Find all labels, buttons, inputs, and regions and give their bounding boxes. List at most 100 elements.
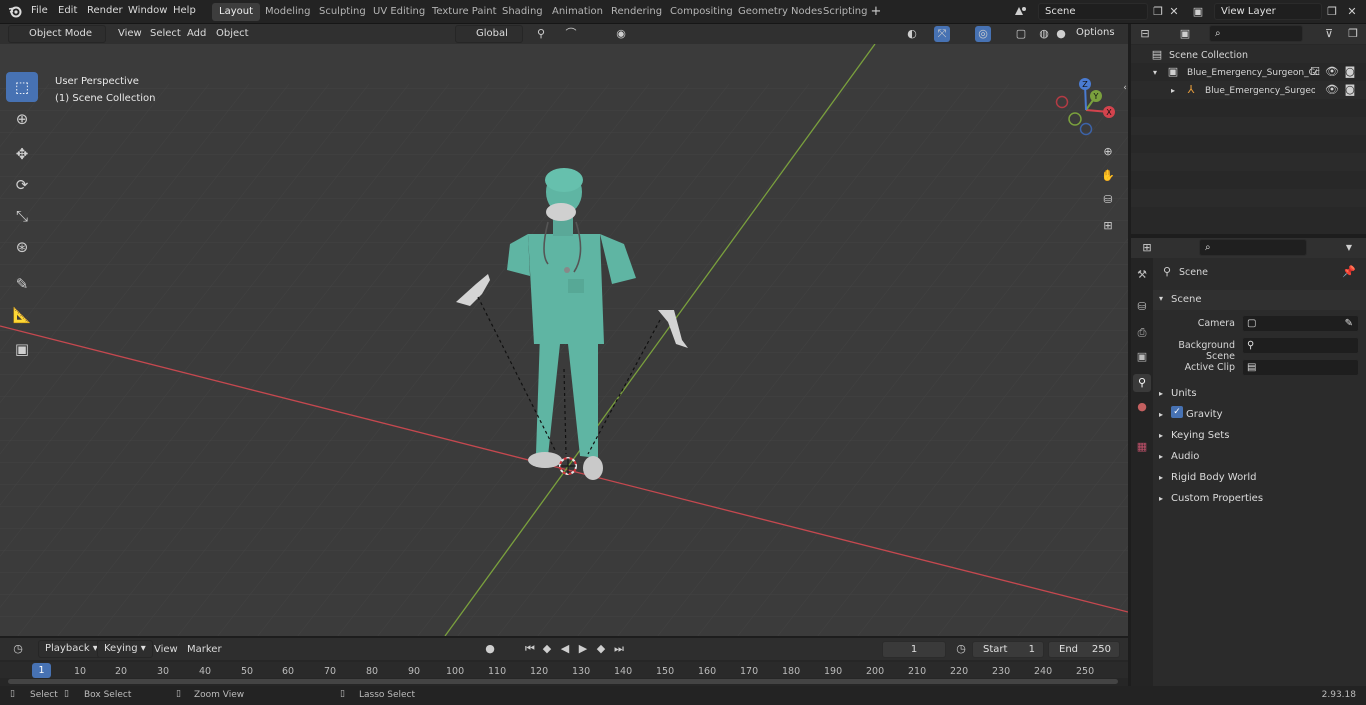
jump-start-icon[interactable]: ⏮ bbox=[522, 641, 538, 657]
scene-tab-icon[interactable]: ⚲ bbox=[1133, 374, 1151, 392]
outliner-editor-icon[interactable]: ⊟ bbox=[1137, 26, 1153, 42]
outliner-item-object[interactable]: Blue_Emergency_Surgeo bbox=[1205, 86, 1315, 96]
tab-modeling[interactable]: Modeling bbox=[258, 3, 318, 21]
tab-geometry-nodes[interactable]: Geometry Nodes bbox=[731, 3, 829, 21]
blender-logo-icon[interactable] bbox=[7, 4, 23, 20]
expand-arrow-icon[interactable]: ▾ bbox=[1159, 294, 1163, 303]
solid-shading-icon[interactable]: ● bbox=[1053, 26, 1069, 42]
tab-scripting[interactable]: Scripting bbox=[816, 3, 874, 21]
measure-tool-icon[interactable]: 📐 bbox=[6, 300, 38, 330]
tab-shading[interactable]: Shading bbox=[495, 3, 550, 21]
annotate-tool-icon[interactable]: ✎ bbox=[6, 269, 38, 299]
add-cube-tool-icon[interactable]: ▣ bbox=[6, 334, 38, 364]
tab-rendering[interactable]: Rendering bbox=[604, 3, 669, 21]
menu-render[interactable]: Render bbox=[87, 5, 123, 16]
pivot-icon[interactable]: ⚲ bbox=[533, 26, 549, 42]
section-gravity[interactable]: Gravity bbox=[1186, 409, 1223, 420]
tab-sculpting[interactable]: Sculpting bbox=[312, 3, 373, 21]
mode-selector[interactable]: Object Mode bbox=[8, 25, 106, 43]
play-icon[interactable]: ▶ bbox=[575, 641, 591, 657]
expand-arrow-icon[interactable]: ▸ bbox=[1171, 86, 1175, 95]
tab-texture-paint[interactable]: Texture Paint bbox=[425, 3, 504, 21]
jump-end-icon[interactable]: ⏭ bbox=[611, 641, 627, 657]
timeline-scrollbar[interactable] bbox=[8, 679, 1118, 684]
tab-layout[interactable]: Layout bbox=[212, 3, 260, 21]
properties-editor-icon[interactable]: ⊞ bbox=[1139, 240, 1155, 256]
start-frame-field[interactable]: Start 1 bbox=[972, 641, 1044, 658]
gizmo-toggle-icon[interactable]: ⤧ bbox=[934, 26, 950, 42]
scene-selector-icon[interactable] bbox=[1013, 4, 1029, 20]
preview-range-icon[interactable]: ◷ bbox=[953, 641, 969, 657]
active-clip-field[interactable]: ▤ bbox=[1242, 359, 1359, 376]
section-audio[interactable]: Audio bbox=[1171, 451, 1199, 462]
play-reverse-icon[interactable]: ◀ bbox=[557, 641, 573, 657]
add-workspace-icon[interactable]: + bbox=[868, 4, 884, 20]
scene-panel-title[interactable]: Scene bbox=[1171, 294, 1202, 305]
scale-tool-icon[interactable]: ⤡ bbox=[6, 201, 38, 231]
expand-arrow-icon[interactable]: ▾ bbox=[1153, 68, 1157, 77]
world-tab-icon[interactable]: ● bbox=[1133, 398, 1151, 416]
new-collection-icon[interactable]: ❐ bbox=[1345, 26, 1361, 42]
section-keying-sets[interactable]: Keying Sets bbox=[1171, 430, 1229, 441]
texture-tab-icon[interactable]: ▦ bbox=[1133, 438, 1151, 456]
scene-name-field[interactable]: Scene bbox=[1038, 3, 1148, 20]
current-frame-marker[interactable]: 1 bbox=[32, 663, 51, 678]
menu-file[interactable]: File bbox=[31, 5, 48, 16]
vp-menu-select[interactable]: Select bbox=[150, 28, 181, 39]
transform-tool-icon[interactable]: ⊛ bbox=[6, 232, 38, 262]
background-scene-field[interactable]: ⚲ bbox=[1242, 337, 1359, 354]
orientation-selector[interactable]: Global bbox=[455, 25, 523, 43]
next-keyframe-icon[interactable]: ◆ bbox=[593, 641, 609, 657]
expand-arrow-icon[interactable]: ▸ bbox=[1159, 410, 1163, 419]
pin-icon[interactable]: 📌 bbox=[1341, 264, 1357, 280]
zoom-view-icon[interactable]: ⊕ bbox=[1100, 144, 1116, 160]
timeline-menu-view[interactable]: View bbox=[154, 644, 178, 655]
record-icon[interactable]: ● bbox=[482, 641, 498, 657]
collection-checkbox-icon[interactable]: ☑ bbox=[1307, 64, 1323, 80]
outliner-filter-icon[interactable]: ⊽ bbox=[1321, 26, 1337, 42]
collection-camera-icon[interactable]: ◙ bbox=[1342, 64, 1358, 80]
expand-arrow-icon[interactable]: ▸ bbox=[1159, 431, 1163, 440]
end-frame-field[interactable]: End 250 bbox=[1048, 641, 1120, 658]
xray-icon[interactable]: ▢ bbox=[1013, 26, 1029, 42]
3d-viewport[interactable]: User Perspective (1) Scene Collection X … bbox=[0, 44, 1128, 636]
menu-window[interactable]: Window bbox=[128, 5, 167, 16]
ortho-toggle-icon[interactable]: ⊞ bbox=[1100, 218, 1116, 234]
camera-field[interactable]: ▢ ✎ bbox=[1242, 315, 1359, 332]
object-camera-icon[interactable]: ◙ bbox=[1342, 82, 1358, 98]
keying-menu[interactable]: Keying ▾ bbox=[97, 640, 153, 658]
tab-animation[interactable]: Animation bbox=[545, 3, 610, 21]
rotate-tool-icon[interactable]: ⟳ bbox=[6, 170, 38, 200]
gravity-checkbox[interactable]: ✓ bbox=[1171, 406, 1183, 418]
object-eye-icon[interactable]: 👁 bbox=[1324, 82, 1340, 98]
expand-arrow-icon[interactable]: ▸ bbox=[1159, 473, 1163, 482]
delete-scene-icon[interactable]: ✕ bbox=[1166, 4, 1182, 20]
properties-search[interactable]: ⌕ bbox=[1199, 239, 1307, 256]
view-layer-tab-icon[interactable]: ▣ bbox=[1133, 348, 1151, 366]
delete-view-layer-icon[interactable]: ✕ bbox=[1344, 4, 1360, 20]
select-box-tool-icon[interactable]: ⬚ bbox=[6, 72, 38, 102]
menu-help[interactable]: Help bbox=[173, 5, 196, 16]
collection-eye-icon[interactable]: 👁 bbox=[1324, 64, 1340, 80]
current-frame-field[interactable]: 1 bbox=[882, 641, 946, 658]
wireframe-shading-icon[interactable]: ◍ bbox=[1036, 26, 1052, 42]
navigation-gizmo[interactable]: X Y Z bbox=[1050, 74, 1120, 144]
section-custom-properties[interactable]: Custom Properties bbox=[1171, 493, 1263, 504]
move-tool-icon[interactable]: ✥ bbox=[6, 139, 38, 169]
tool-tab-icon[interactable]: ⚒ bbox=[1133, 266, 1151, 284]
outliner-root-label[interactable]: Scene Collection bbox=[1169, 50, 1248, 61]
section-rigid-body-world[interactable]: Rigid Body World bbox=[1171, 472, 1256, 483]
view-layer-icon[interactable]: ▣ bbox=[1190, 4, 1206, 20]
timeline-editor-icon[interactable]: ◷ bbox=[10, 641, 26, 657]
prev-keyframe-icon[interactable]: ◆ bbox=[539, 641, 555, 657]
menu-edit[interactable]: Edit bbox=[58, 5, 77, 16]
new-view-layer-icon[interactable]: ❐ bbox=[1324, 4, 1340, 20]
proportional-edit-icon[interactable]: ◉ bbox=[613, 26, 629, 42]
cursor-tool-icon[interactable]: ⊕ bbox=[6, 104, 38, 134]
tab-uv-editing[interactable]: UV Editing bbox=[366, 3, 432, 21]
outliner-display-icon[interactable]: ▣ bbox=[1177, 26, 1193, 42]
expand-arrow-icon[interactable]: ▸ bbox=[1159, 389, 1163, 398]
view-layer-field[interactable]: View Layer bbox=[1214, 3, 1322, 20]
camera-view-icon[interactable]: ⛁ bbox=[1100, 192, 1116, 208]
properties-options-icon[interactable]: ▼ bbox=[1341, 240, 1357, 256]
